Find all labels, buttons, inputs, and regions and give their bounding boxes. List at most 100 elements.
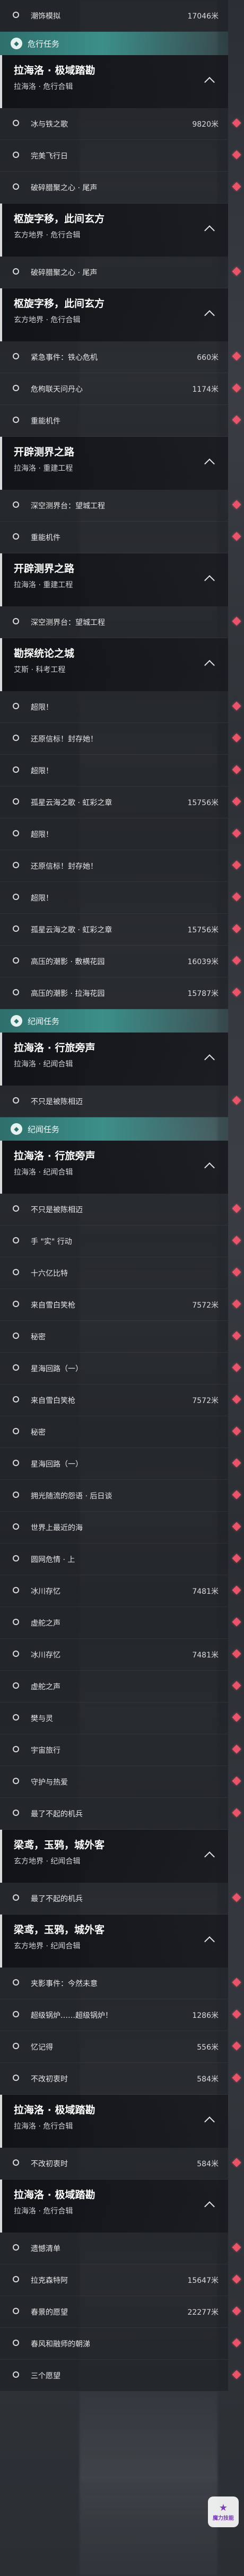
quest-entry[interactable]: 秘密 xyxy=(0,1416,241,1448)
quest-entry[interactable]: 潮饰模拟 17046米 xyxy=(0,0,228,32)
quest-entry[interactable]: 超限！ xyxy=(0,818,241,850)
quest-group-header[interactable]: 拉海洛 · 行旅旁声 拉海洛 · 纪闻合辑 xyxy=(0,1141,228,1194)
quest-entry[interactable]: 忆记得 556米 xyxy=(0,2031,241,2063)
map-marker-icon[interactable] xyxy=(232,1808,241,1818)
quest-group-header[interactable]: 枢旋字移，此间玄方 玄方地界 · 危行合辑 xyxy=(0,204,228,257)
map-marker-icon[interactable] xyxy=(232,351,241,361)
quest-group-header[interactable]: 开辟测界之路 拉海洛 · 重建工程 xyxy=(0,437,228,490)
map-marker-icon[interactable] xyxy=(232,1363,241,1372)
quest-entry[interactable]: 三个愿望 xyxy=(0,2360,241,2392)
quest-entry[interactable]: 最了不起的机兵 xyxy=(0,1798,241,1830)
map-marker-icon[interactable] xyxy=(232,1978,241,1987)
quest-group-header[interactable]: 梁鸢，玉鸦，城外客 玄方地界 · 纪闻合辑 xyxy=(0,1915,228,1968)
quest-entry[interactable]: 不只是被陈相迈 xyxy=(0,1194,241,1225)
quest-entry[interactable]: 宇宙旅行 xyxy=(0,1734,241,1766)
map-marker-icon[interactable] xyxy=(232,1617,241,1627)
quest-entry[interactable]: 十六亿比特 xyxy=(0,1257,241,1289)
map-marker-icon[interactable] xyxy=(232,1096,241,1105)
map-marker-icon[interactable] xyxy=(232,1426,241,1436)
quest-entry[interactable]: 冰川存忆 7481米 xyxy=(0,1639,241,1671)
map-marker-icon[interactable] xyxy=(232,1893,241,1902)
quest-entry[interactable]: 高压的潮影 · 拉海花园 15787米 xyxy=(0,977,241,1009)
map-marker-icon[interactable] xyxy=(232,828,241,838)
quest-entry[interactable]: 冰川存忆 7481米 xyxy=(0,1575,241,1607)
quest-entry[interactable]: 深空测界台：望城工程 xyxy=(0,606,241,638)
quest-entry[interactable]: 世界上最近的海 xyxy=(0,1512,241,1543)
map-marker-icon[interactable] xyxy=(232,2274,241,2284)
quest-entry[interactable]: 超级锅炉……超级锅炉！ 1286米 xyxy=(0,1999,241,2031)
quest-group-header[interactable]: 梁鸢，玉鸦，城外客 玄方地界 · 纪闻合辑 xyxy=(0,1830,228,1883)
quest-entry[interactable]: 最了不起的机兵 xyxy=(0,1883,241,1915)
map-marker-icon[interactable] xyxy=(232,2009,241,2019)
quest-entry[interactable]: 拉克森特阿 15647米 xyxy=(0,2264,241,2296)
map-marker-icon[interactable] xyxy=(232,1522,241,1531)
map-marker-icon[interactable] xyxy=(232,150,241,160)
quest-entry[interactable]: 手 "实" 行动 xyxy=(0,1225,241,1257)
quest-entry[interactable]: 遗憾清单 xyxy=(0,2233,241,2264)
map-marker-icon[interactable] xyxy=(232,1490,241,1499)
quest-entry[interactable]: 春景的愿望 22277米 xyxy=(0,2296,241,2328)
quest-entry[interactable]: 高压的潮影 · 敷横花园 16039米 xyxy=(0,946,241,977)
map-marker-icon[interactable] xyxy=(232,2306,241,2316)
map-marker-icon[interactable] xyxy=(232,2041,241,2051)
category-header[interactable]: ◆ 危行任务 xyxy=(0,32,228,55)
map-marker-icon[interactable] xyxy=(232,383,241,393)
map-marker-icon[interactable] xyxy=(232,892,241,902)
quest-entry[interactable]: 重能机件 xyxy=(0,522,241,553)
map-marker-icon[interactable] xyxy=(232,797,241,806)
quest-entry[interactable]: 重能机件 xyxy=(0,405,241,437)
map-marker-icon[interactable] xyxy=(232,2243,241,2252)
quest-entry[interactable]: 危枸联天问丹心 1174米 xyxy=(0,373,241,405)
map-marker-icon[interactable] xyxy=(232,500,241,509)
quest-entry[interactable]: 圆网危情 · 上 xyxy=(0,1543,241,1575)
map-marker-icon[interactable] xyxy=(232,1776,241,1786)
map-marker-icon[interactable] xyxy=(232,267,241,276)
map-marker-icon[interactable] xyxy=(232,1744,241,1754)
quest-entry[interactable]: 还原信标！封存她！ xyxy=(0,723,241,755)
quest-entry[interactable]: 星海回路（一） xyxy=(0,1353,241,1384)
map-marker-icon[interactable] xyxy=(232,1204,241,1213)
quest-entry[interactable]: 完美飞行日 xyxy=(0,140,241,172)
map-marker-icon[interactable] xyxy=(232,1585,241,1595)
quest-group-header[interactable]: 开辟测界之路 拉海洛 · 重建工程 xyxy=(0,553,228,606)
map-marker-icon[interactable] xyxy=(232,701,241,711)
map-marker-icon[interactable] xyxy=(232,1554,241,1563)
quest-entry[interactable]: 破碎腊聚之心 · 尾声 xyxy=(0,172,241,204)
map-marker-icon[interactable] xyxy=(232,1331,241,1340)
quest-entry[interactable]: 孤星云海之歌 · 虹彩之章 15756米 xyxy=(0,787,241,818)
map-marker-icon[interactable] xyxy=(232,2370,241,2379)
quest-group-header[interactable]: 拉海洛 · 极域踏勘 拉海洛 · 危行合辑 xyxy=(0,55,228,108)
quest-entry[interactable]: 星海回路（一） xyxy=(0,1448,241,1480)
quest-entry[interactable]: 不只是被陈相迈 xyxy=(0,1086,241,1117)
quest-group-header[interactable]: 拉海洛 · 极域踏勘 拉海洛 · 危行合辑 xyxy=(0,2095,228,2148)
category-header[interactable]: ◆ 纪闻任务 xyxy=(0,1117,228,1141)
map-marker-icon[interactable] xyxy=(232,987,241,997)
map-marker-icon[interactable] xyxy=(232,860,241,870)
quest-entry[interactable]: 守护与热爱 xyxy=(0,1766,241,1798)
quest-entry[interactable]: 春风和融师的朝涕 xyxy=(0,2328,241,2360)
map-marker-icon[interactable] xyxy=(232,2073,241,2083)
quest-entry[interactable]: 超限！ xyxy=(0,882,241,914)
map-marker-icon[interactable] xyxy=(232,118,241,128)
quest-entry[interactable]: 深空测界台：望城工程 xyxy=(0,490,241,522)
quest-entry[interactable]: 来自雪白笑枪 7572米 xyxy=(0,1289,241,1321)
quest-entry[interactable]: 超限！ xyxy=(0,691,241,723)
quest-entry[interactable]: 冰与铁之歌 9820米 xyxy=(0,108,241,140)
quest-entry[interactable]: 来自雪白笑枪 7572米 xyxy=(0,1384,241,1416)
map-marker-icon[interactable] xyxy=(232,765,241,774)
map-marker-icon[interactable] xyxy=(232,616,241,626)
quest-entry[interactable]: 樊与灵 xyxy=(0,1702,241,1734)
map-marker-icon[interactable] xyxy=(232,2338,241,2348)
category-header[interactable]: ◆ 纪闻任务 xyxy=(0,1009,228,1033)
map-marker-icon[interactable] xyxy=(232,1681,241,1690)
map-marker-icon[interactable] xyxy=(232,2158,241,2167)
quest-entry[interactable]: 虚舵之声 xyxy=(0,1607,241,1639)
map-marker-icon[interactable] xyxy=(232,415,241,425)
quest-entry[interactable]: 还原信标！封存她！ xyxy=(0,850,241,882)
map-marker-icon[interactable] xyxy=(232,1458,241,1468)
quest-entry[interactable]: 夹影事件：今然未意 xyxy=(0,1968,241,1999)
map-marker-icon[interactable] xyxy=(232,1267,241,1277)
map-marker-icon[interactable] xyxy=(232,1649,241,1658)
map-marker-icon[interactable] xyxy=(232,532,241,541)
quest-group-header[interactable]: 拉海洛 · 极域踏勘 拉海洛 · 危行合辑 xyxy=(0,2180,228,2233)
